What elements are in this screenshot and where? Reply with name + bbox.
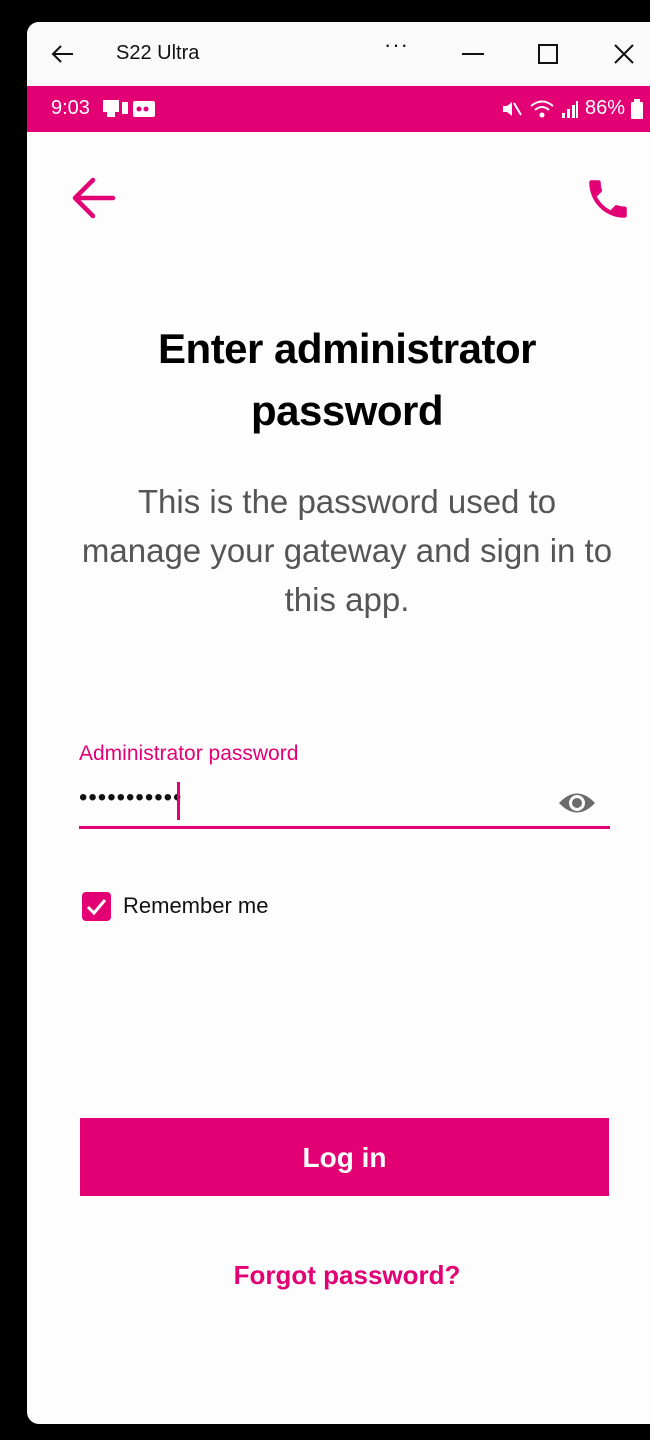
notification-icons bbox=[101, 98, 161, 125]
forgot-password-link[interactable]: Forgot password? bbox=[27, 1260, 650, 1291]
android-status-bar: 9:03 86% bbox=[27, 86, 650, 132]
maximize-icon[interactable] bbox=[534, 40, 562, 68]
phone-mirror-window: S22 Ultra ··· 9:03 86% Enter administrat… bbox=[27, 22, 650, 1424]
page-subtitle: This is the password used to manage your… bbox=[81, 483, 613, 618]
minimize-icon[interactable] bbox=[459, 42, 487, 66]
window-title: S22 Ultra bbox=[116, 42, 200, 64]
show-password-eye-icon[interactable] bbox=[557, 786, 597, 820]
signal-icon bbox=[561, 100, 578, 118]
password-field-underline bbox=[79, 826, 610, 829]
battery-icon bbox=[631, 98, 643, 119]
back-arrow-icon[interactable] bbox=[49, 40, 77, 68]
login-button[interactable]: Log in bbox=[80, 1118, 609, 1196]
mute-icon bbox=[502, 101, 522, 116]
remember-me-label[interactable]: Remember me bbox=[123, 893, 268, 919]
back-arrow-icon[interactable] bbox=[67, 172, 119, 224]
password-input[interactable]: ••••••••••• bbox=[79, 784, 182, 812]
password-field-label: Administrator password bbox=[79, 742, 299, 765]
text-caret bbox=[177, 782, 180, 820]
phone-icon[interactable] bbox=[583, 174, 633, 224]
wifi-icon bbox=[530, 100, 554, 117]
status-time: 9:03 bbox=[51, 97, 90, 119]
notification-icon bbox=[103, 100, 155, 117]
check-icon bbox=[86, 899, 107, 916]
page-title: Enter administrator password bbox=[158, 325, 536, 434]
remember-me-checkbox[interactable] bbox=[82, 892, 111, 921]
more-options-icon[interactable]: ··· bbox=[384, 32, 409, 58]
window-title-bar: S22 Ultra ··· bbox=[27, 22, 650, 86]
battery-percent: 86% bbox=[584, 97, 625, 119]
status-indicators: 86% bbox=[501, 97, 643, 120]
close-icon[interactable] bbox=[610, 40, 638, 68]
